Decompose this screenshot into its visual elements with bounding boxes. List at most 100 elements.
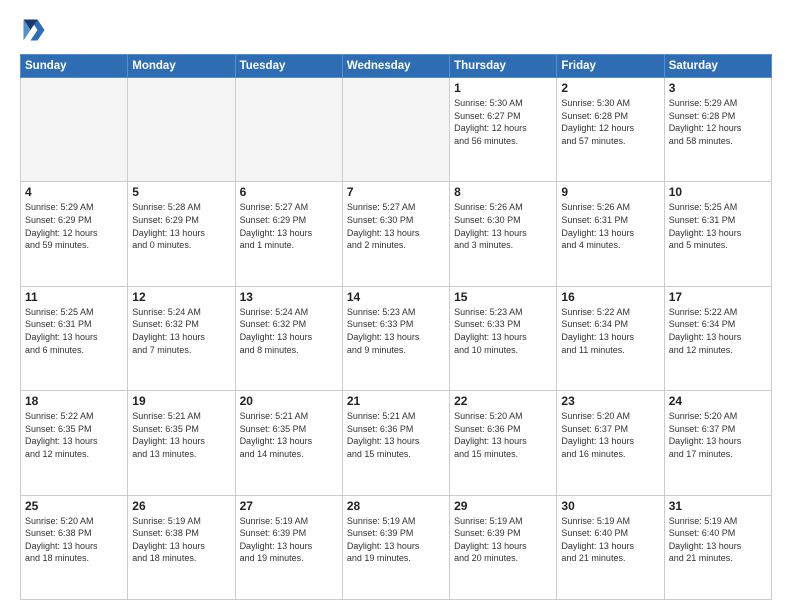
calendar-cell: 7 Sunrise: 5:27 AM Sunset: 6:30 PM Daylig…: [342, 182, 449, 286]
cell-content: Sunrise: 5:21 AM Sunset: 6:36 PM Dayligh…: [347, 410, 445, 460]
day-number: 3: [669, 81, 767, 95]
calendar-cell: [235, 78, 342, 182]
cell-content: Sunrise: 5:27 AM Sunset: 6:29 PM Dayligh…: [240, 201, 338, 251]
day-number: 14: [347, 290, 445, 304]
cell-content: Sunrise: 5:23 AM Sunset: 6:33 PM Dayligh…: [347, 306, 445, 356]
weekday-header-tuesday: Tuesday: [235, 55, 342, 78]
calendar-cell: 27 Sunrise: 5:19 AM Sunset: 6:39 PM Dayli…: [235, 495, 342, 599]
cell-content: Sunrise: 5:20 AM Sunset: 6:37 PM Dayligh…: [669, 410, 767, 460]
logo: [20, 16, 52, 44]
calendar-cell: 17 Sunrise: 5:22 AM Sunset: 6:34 PM Dayli…: [664, 286, 771, 390]
calendar-cell: 2Sunrise: 5:30 AM Sunset: 6:28 PM Daylig…: [557, 78, 664, 182]
cell-content: Sunrise: 5:25 AM Sunset: 6:31 PM Dayligh…: [669, 201, 767, 251]
cell-content: Sunrise: 5:22 AM Sunset: 6:34 PM Dayligh…: [669, 306, 767, 356]
calendar-cell: 30Sunrise: 5:19 AM Sunset: 6:40 PM Dayli…: [557, 495, 664, 599]
calendar-cell: [128, 78, 235, 182]
day-number: 30: [561, 499, 659, 513]
cell-content: Sunrise: 5:22 AM Sunset: 6:35 PM Dayligh…: [25, 410, 123, 460]
calendar-week-2: 4 Sunrise: 5:29 AM Sunset: 6:29 PM Daylig…: [21, 182, 772, 286]
day-number: 12: [132, 290, 230, 304]
day-number: 2: [561, 81, 659, 95]
calendar-week-1: 1 Sunrise: 5:30 AM Sunset: 6:27 PM Daylig…: [21, 78, 772, 182]
day-number: 15: [454, 290, 552, 304]
day-number: 26: [132, 499, 230, 513]
cell-content: Sunrise: 5:25 AM Sunset: 6:31 PM Dayligh…: [25, 306, 123, 356]
calendar-cell: 11 Sunrise: 5:25 AM Sunset: 6:31 PM Dayli…: [21, 286, 128, 390]
cell-content: Sunrise: 5:19 AM Sunset: 6:40 PM Dayligh…: [669, 515, 767, 565]
calendar-cell: 20 Sunrise: 5:21 AM Sunset: 6:35 PM Dayli…: [235, 391, 342, 495]
cell-content: Sunrise: 5:21 AM Sunset: 6:35 PM Dayligh…: [132, 410, 230, 460]
calendar-cell: 5 Sunrise: 5:28 AM Sunset: 6:29 PM Daylig…: [128, 182, 235, 286]
calendar-cell: 23Sunrise: 5:20 AM Sunset: 6:37 PM Dayli…: [557, 391, 664, 495]
cell-content: Sunrise: 5:28 AM Sunset: 6:29 PM Dayligh…: [132, 201, 230, 251]
calendar-cell: 10 Sunrise: 5:25 AM Sunset: 6:31 PM Dayli…: [664, 182, 771, 286]
cell-content: Sunrise: 5:19 AM Sunset: 6:39 PM Dayligh…: [347, 515, 445, 565]
cell-content: Sunrise: 5:29 AM Sunset: 6:28 PM Dayligh…: [669, 97, 767, 147]
day-number: 13: [240, 290, 338, 304]
calendar-cell: 31 Sunrise: 5:19 AM Sunset: 6:40 PM Dayli…: [664, 495, 771, 599]
day-number: 31: [669, 499, 767, 513]
calendar-cell: 6 Sunrise: 5:27 AM Sunset: 6:29 PM Daylig…: [235, 182, 342, 286]
calendar-cell: 16Sunrise: 5:22 AM Sunset: 6:34 PM Dayli…: [557, 286, 664, 390]
day-number: 29: [454, 499, 552, 513]
calendar-cell: 25 Sunrise: 5:20 AM Sunset: 6:38 PM Dayli…: [21, 495, 128, 599]
cell-content: Sunrise: 5:19 AM Sunset: 6:38 PM Dayligh…: [132, 515, 230, 565]
day-number: 4: [25, 185, 123, 199]
calendar-cell: 21 Sunrise: 5:21 AM Sunset: 6:36 PM Dayli…: [342, 391, 449, 495]
calendar-cell: 4 Sunrise: 5:29 AM Sunset: 6:29 PM Daylig…: [21, 182, 128, 286]
calendar-cell: 15 Sunrise: 5:23 AM Sunset: 6:33 PM Dayli…: [450, 286, 557, 390]
day-number: 22: [454, 394, 552, 408]
day-number: 20: [240, 394, 338, 408]
calendar-cell: 3 Sunrise: 5:29 AM Sunset: 6:28 PM Daylig…: [664, 78, 771, 182]
cell-content: Sunrise: 5:21 AM Sunset: 6:35 PM Dayligh…: [240, 410, 338, 460]
cell-content: Sunrise: 5:23 AM Sunset: 6:33 PM Dayligh…: [454, 306, 552, 356]
calendar-cell: 1 Sunrise: 5:30 AM Sunset: 6:27 PM Daylig…: [450, 78, 557, 182]
calendar-cell: 14 Sunrise: 5:23 AM Sunset: 6:33 PM Dayli…: [342, 286, 449, 390]
cell-content: Sunrise: 5:29 AM Sunset: 6:29 PM Dayligh…: [25, 201, 123, 251]
day-number: 10: [669, 185, 767, 199]
day-number: 11: [25, 290, 123, 304]
day-number: 23: [561, 394, 659, 408]
weekday-header-saturday: Saturday: [664, 55, 771, 78]
day-number: 1: [454, 81, 552, 95]
header: [20, 16, 772, 44]
calendar-week-5: 25 Sunrise: 5:20 AM Sunset: 6:38 PM Dayli…: [21, 495, 772, 599]
calendar-cell: 19 Sunrise: 5:21 AM Sunset: 6:35 PM Dayli…: [128, 391, 235, 495]
day-number: 19: [132, 394, 230, 408]
weekday-header-wednesday: Wednesday: [342, 55, 449, 78]
calendar-cell: 24 Sunrise: 5:20 AM Sunset: 6:37 PM Dayli…: [664, 391, 771, 495]
weekday-header-row: SundayMondayTuesdayWednesdayThursdayFrid…: [21, 55, 772, 78]
calendar-week-3: 11 Sunrise: 5:25 AM Sunset: 6:31 PM Dayli…: [21, 286, 772, 390]
calendar-table: SundayMondayTuesdayWednesdayThursdayFrid…: [20, 54, 772, 600]
cell-content: Sunrise: 5:27 AM Sunset: 6:30 PM Dayligh…: [347, 201, 445, 251]
day-number: 5: [132, 185, 230, 199]
cell-content: Sunrise: 5:19 AM Sunset: 6:39 PM Dayligh…: [240, 515, 338, 565]
weekday-header-thursday: Thursday: [450, 55, 557, 78]
cell-content: Sunrise: 5:30 AM Sunset: 6:27 PM Dayligh…: [454, 97, 552, 147]
day-number: 24: [669, 394, 767, 408]
page: SundayMondayTuesdayWednesdayThursdayFrid…: [0, 0, 792, 612]
day-number: 8: [454, 185, 552, 199]
day-number: 9: [561, 185, 659, 199]
day-number: 28: [347, 499, 445, 513]
day-number: 17: [669, 290, 767, 304]
calendar-cell: 22Sunrise: 5:20 AM Sunset: 6:36 PM Dayli…: [450, 391, 557, 495]
day-number: 27: [240, 499, 338, 513]
day-number: 18: [25, 394, 123, 408]
calendar-cell: 26 Sunrise: 5:19 AM Sunset: 6:38 PM Dayli…: [128, 495, 235, 599]
day-number: 21: [347, 394, 445, 408]
calendar-cell: 13Sunrise: 5:24 AM Sunset: 6:32 PM Dayli…: [235, 286, 342, 390]
calendar-cell: 8 Sunrise: 5:26 AM Sunset: 6:30 PM Daylig…: [450, 182, 557, 286]
cell-content: Sunrise: 5:26 AM Sunset: 6:30 PM Dayligh…: [454, 201, 552, 251]
cell-content: Sunrise: 5:22 AM Sunset: 6:34 PM Dayligh…: [561, 306, 659, 356]
logo-icon: [20, 16, 48, 44]
day-number: 7: [347, 185, 445, 199]
day-number: 6: [240, 185, 338, 199]
cell-content: Sunrise: 5:24 AM Sunset: 6:32 PM Dayligh…: [132, 306, 230, 356]
weekday-header-sunday: Sunday: [21, 55, 128, 78]
cell-content: Sunrise: 5:19 AM Sunset: 6:39 PM Dayligh…: [454, 515, 552, 565]
calendar-cell: 29 Sunrise: 5:19 AM Sunset: 6:39 PM Dayli…: [450, 495, 557, 599]
calendar-cell: 28 Sunrise: 5:19 AM Sunset: 6:39 PM Dayli…: [342, 495, 449, 599]
cell-content: Sunrise: 5:20 AM Sunset: 6:38 PM Dayligh…: [25, 515, 123, 565]
day-number: 25: [25, 499, 123, 513]
